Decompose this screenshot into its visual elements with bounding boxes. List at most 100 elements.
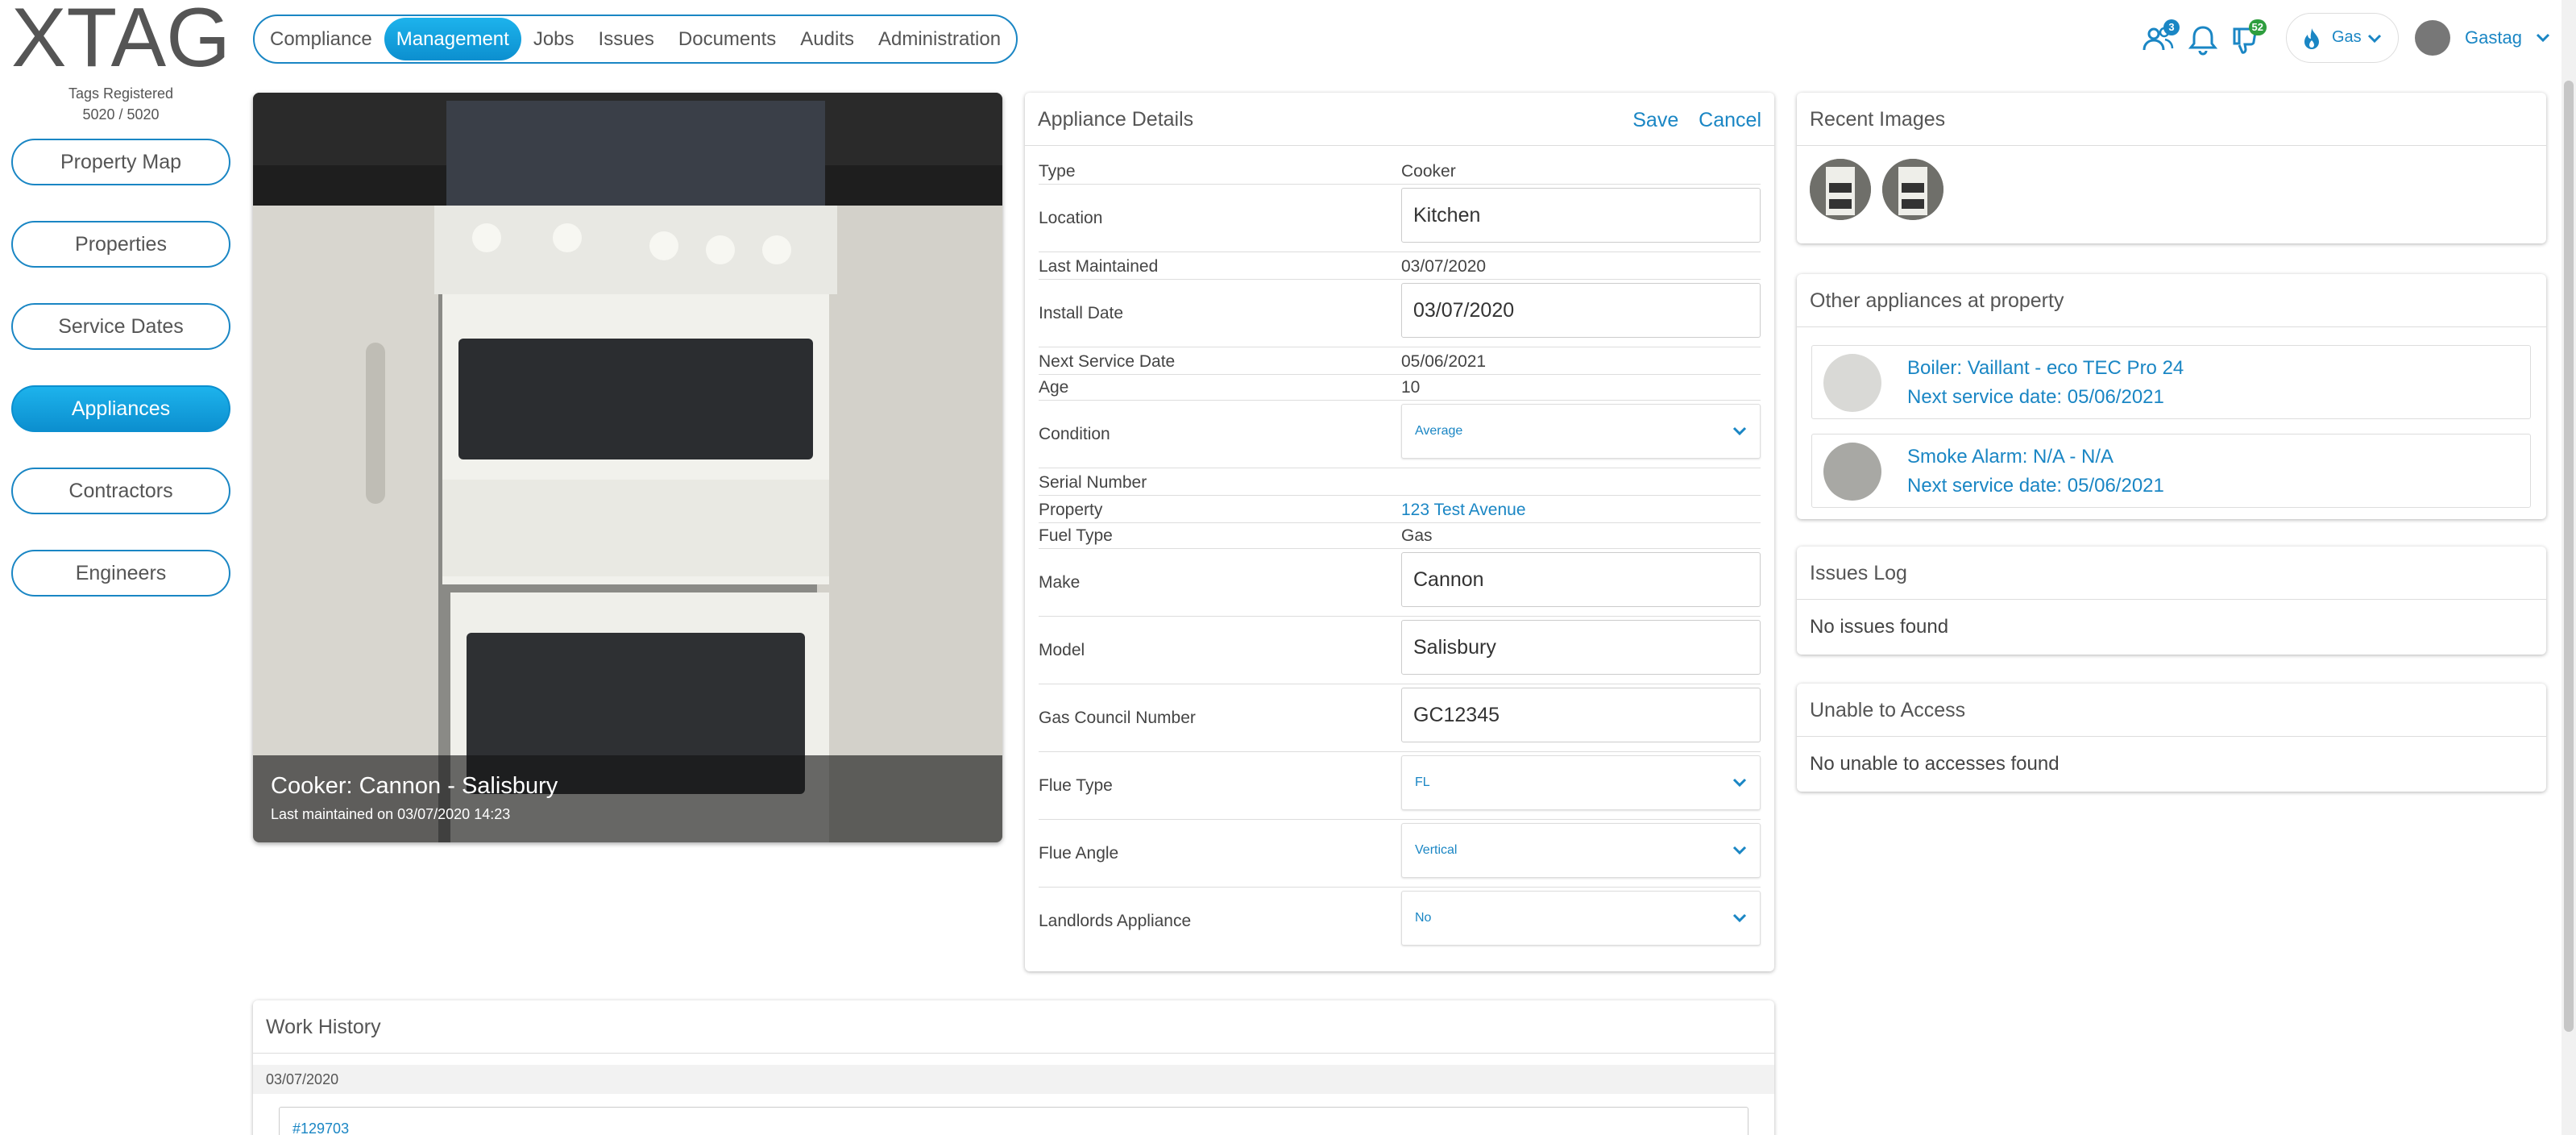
unable-access-empty-text: No unable to accesses found bbox=[1810, 753, 2060, 775]
flue-angle-label: Flue Angle bbox=[1039, 844, 1119, 863]
sidebar-item-appliances[interactable]: Appliances bbox=[11, 385, 230, 432]
list-item[interactable]: Boiler: Vaillant - eco TEC Pro 24 Next s… bbox=[1811, 345, 2531, 419]
history-date: 03/07/2020 bbox=[253, 1065, 1774, 1094]
fuel-type-value: Gas bbox=[1401, 526, 1433, 545]
install-date-input[interactable]: 03/07/2020 bbox=[1401, 283, 1761, 338]
recent-images-title: Recent Images bbox=[1797, 93, 2546, 146]
landlords-select[interactable]: No bbox=[1401, 891, 1761, 946]
field-property: Property 123 Test Avenue bbox=[1039, 496, 1761, 523]
appliance-name-link[interactable]: Smoke Alarm: N/A - N/A bbox=[1907, 446, 2113, 468]
recent-image-thumb[interactable] bbox=[1882, 159, 1943, 220]
alerts-badge: 52 bbox=[2248, 19, 2267, 35]
chevron-down-icon bbox=[1732, 913, 1747, 923]
field-serial: Serial Number bbox=[1039, 468, 1761, 496]
tab-audits[interactable]: Audits bbox=[788, 18, 866, 60]
appliance-thumb bbox=[1823, 443, 1881, 501]
landlords-label: Landlords Appliance bbox=[1039, 912, 1192, 930]
make-label: Make bbox=[1039, 573, 1081, 592]
appliance-photo[interactable]: Cooker: Cannon - Salisbury Last maintain… bbox=[253, 93, 1002, 842]
field-last-maintained: Last Maintained 03/07/2020 bbox=[1039, 252, 1761, 280]
bell-icon[interactable] bbox=[2186, 23, 2220, 56]
install-date-label: Install Date bbox=[1039, 304, 1124, 322]
field-location: Location Kitchen bbox=[1039, 185, 1761, 252]
people-badge: 3 bbox=[2163, 19, 2180, 35]
field-flue-type: Flue Type FL bbox=[1039, 752, 1761, 820]
sidebar-item-property-map[interactable]: Property Map bbox=[11, 139, 230, 185]
field-gas-council: Gas Council Number GC12345 bbox=[1039, 684, 1761, 752]
last-maintained-label: Last Maintained bbox=[1039, 257, 1159, 276]
chevron-down-icon bbox=[1732, 426, 1747, 436]
history-job-number[interactable]: #129703 bbox=[292, 1120, 349, 1135]
header-controls: 3 52 Gas Gastag bbox=[2141, 13, 2576, 64]
tags-registered: Tags Registered 5020 / 5020 bbox=[11, 83, 230, 125]
model-label: Model bbox=[1039, 641, 1085, 659]
age-label: Age bbox=[1039, 378, 1069, 397]
fuel-selector-label: Gas bbox=[2332, 28, 2362, 46]
field-model: Model Salisbury bbox=[1039, 617, 1761, 684]
chevron-down-icon bbox=[1732, 778, 1747, 788]
people-icon[interactable]: 3 bbox=[2141, 19, 2180, 56]
location-input[interactable]: Kitchen bbox=[1401, 188, 1761, 243]
recent-image-thumb[interactable] bbox=[1810, 159, 1871, 220]
main-nav: Compliance Management Jobs Issues Docume… bbox=[253, 15, 1018, 64]
tags-registered-label: Tags Registered bbox=[68, 85, 174, 102]
fuel-selector[interactable]: Gas bbox=[2286, 13, 2399, 63]
tab-compliance[interactable]: Compliance bbox=[258, 18, 384, 60]
user-menu[interactable]: Gastag bbox=[2407, 13, 2565, 63]
property-link[interactable]: 123 Test Avenue bbox=[1401, 501, 1526, 520]
tab-jobs[interactable]: Jobs bbox=[521, 18, 587, 60]
save-button[interactable]: Save bbox=[1632, 109, 1678, 131]
sidebar-item-contractors[interactable]: Contractors bbox=[11, 468, 230, 514]
details-actions: Save Cancel bbox=[1618, 109, 1761, 132]
next-service-label: Next Service Date bbox=[1039, 352, 1176, 371]
xtag-logo[interactable]: XTAG bbox=[11, 0, 230, 85]
tab-administration[interactable]: Administration bbox=[866, 18, 1013, 60]
flue-angle-select[interactable]: Vertical bbox=[1401, 823, 1761, 878]
sidebar: Property Map Properties Service Dates Ap… bbox=[11, 139, 230, 632]
field-next-service: Next Service Date 05/06/2021 bbox=[1039, 347, 1761, 375]
flue-type-select[interactable]: FL bbox=[1401, 755, 1761, 810]
type-value: Cooker bbox=[1401, 162, 1456, 181]
sidebar-item-engineers[interactable]: Engineers bbox=[11, 550, 230, 597]
condition-select[interactable]: Average bbox=[1401, 404, 1761, 459]
appliance-next-service[interactable]: Next service date: 05/06/2021 bbox=[1907, 475, 2164, 497]
thumbs-down-icon[interactable]: 52 bbox=[2228, 19, 2267, 56]
logo-graphic: XTAG bbox=[11, 0, 230, 85]
age-value: 10 bbox=[1401, 378, 1421, 397]
last-maintained-value: 03/07/2020 bbox=[1401, 257, 1487, 276]
sidebar-item-properties[interactable]: Properties bbox=[11, 221, 230, 268]
field-flue-angle: Flue Angle Vertical bbox=[1039, 820, 1761, 888]
appliance-next-service[interactable]: Next service date: 05/06/2021 bbox=[1907, 386, 2164, 409]
page-scrollbar[interactable] bbox=[2561, 0, 2576, 1135]
photo-caption: Cooker: Cannon - Salisbury Last maintain… bbox=[253, 755, 1002, 842]
model-input[interactable]: Salisbury bbox=[1401, 620, 1761, 675]
next-service-value: 05/06/2021 bbox=[1401, 352, 1487, 371]
condition-label: Condition bbox=[1039, 425, 1110, 443]
sidebar-item-service-dates[interactable]: Service Dates bbox=[11, 303, 230, 350]
issues-log-card: Issues Log No issues found bbox=[1797, 547, 2546, 655]
photo-subtitle: Last maintained on 03/07/2020 14:23 bbox=[271, 806, 511, 822]
issues-empty-text: No issues found bbox=[1810, 616, 1949, 638]
flue-type-label: Flue Type bbox=[1039, 776, 1113, 795]
work-history-title: Work History bbox=[253, 1000, 1774, 1054]
chevron-down-icon bbox=[2367, 34, 2382, 44]
field-condition: Condition Average bbox=[1039, 401, 1761, 468]
chevron-down-icon bbox=[2536, 33, 2550, 43]
list-item[interactable]: Smoke Alarm: N/A - N/A Next service date… bbox=[1811, 434, 2531, 508]
gas-council-input[interactable]: GC12345 bbox=[1401, 688, 1761, 742]
tab-management[interactable]: Management bbox=[384, 18, 521, 60]
tab-issues[interactable]: Issues bbox=[587, 18, 666, 60]
make-input[interactable]: Cannon bbox=[1401, 552, 1761, 607]
field-fuel-type: Fuel Type Gas bbox=[1039, 523, 1761, 549]
tab-documents[interactable]: Documents bbox=[666, 18, 788, 60]
chevron-down-icon bbox=[1732, 846, 1747, 855]
history-item[interactable]: #129703 bbox=[279, 1107, 1748, 1135]
property-label: Property bbox=[1039, 501, 1103, 519]
recent-images-card: Recent Images bbox=[1797, 93, 2546, 243]
scrollbar-thumb[interactable] bbox=[2564, 81, 2574, 1032]
flue-angle-value: Vertical bbox=[1415, 843, 1458, 857]
other-appliances-card: Other appliances at property Boiler: Vai… bbox=[1797, 274, 2546, 519]
appliance-name-link[interactable]: Boiler: Vaillant - eco TEC Pro 24 bbox=[1907, 357, 2184, 380]
cooker-image bbox=[253, 93, 1002, 842]
cancel-button[interactable]: Cancel bbox=[1699, 109, 1761, 131]
